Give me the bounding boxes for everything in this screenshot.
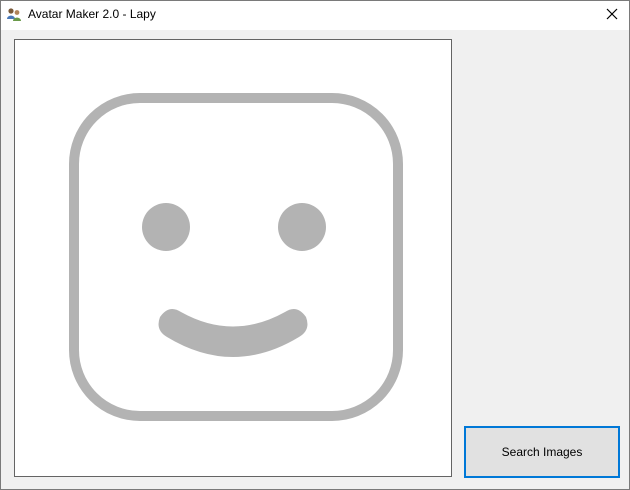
avatar-preview xyxy=(14,39,452,477)
smiley-face-icon xyxy=(69,93,403,421)
app-window: Avatar Maker 2.0 - Lapy Search Images xyxy=(0,0,630,490)
title-bar[interactable]: Avatar Maker 2.0 - Lapy xyxy=(1,1,629,30)
users-icon xyxy=(6,6,22,22)
client-area: Search Images xyxy=(1,30,629,489)
close-button[interactable] xyxy=(595,1,629,30)
window-title: Avatar Maker 2.0 - Lapy xyxy=(28,7,156,21)
search-images-button[interactable]: Search Images xyxy=(464,426,620,478)
close-icon xyxy=(606,7,618,25)
